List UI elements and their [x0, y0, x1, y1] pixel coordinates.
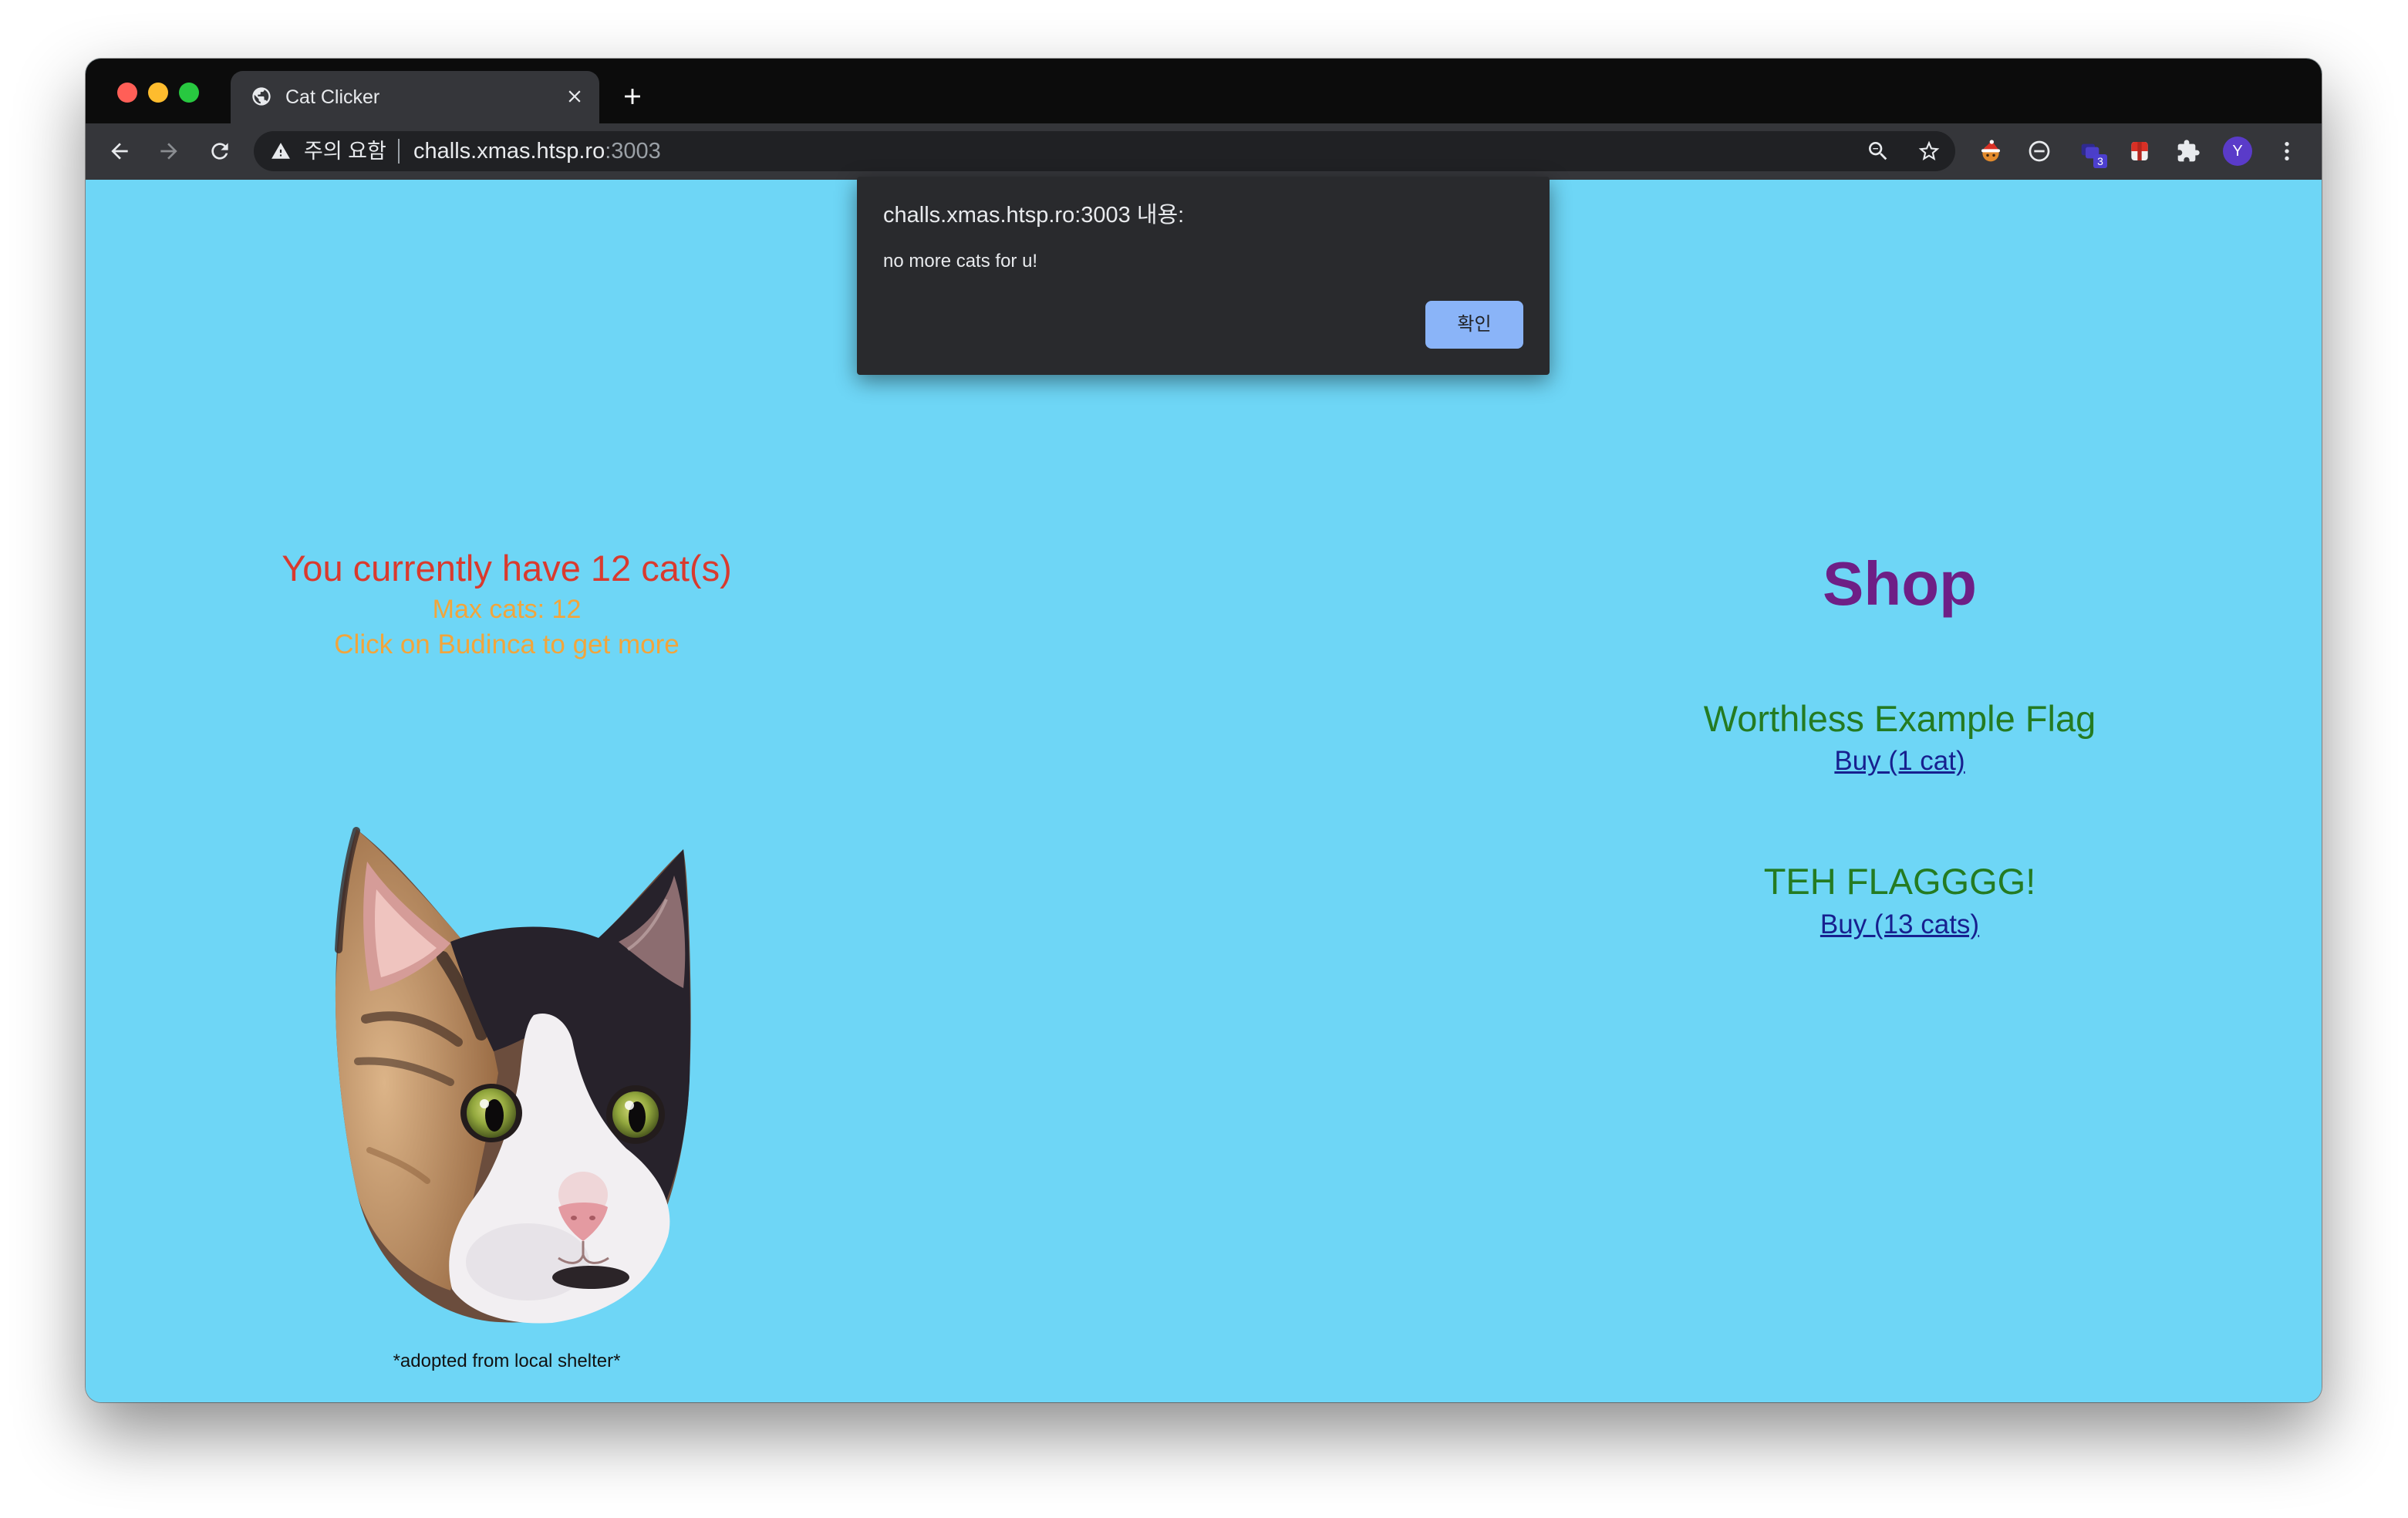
tab-active[interactable]: Cat Clicker	[231, 71, 599, 123]
extension-purple-button[interactable]: 3	[2079, 139, 2107, 168]
alert-title: challs.xmas.htsp.ro:3003 내용:	[883, 203, 1185, 228]
cat-budinca-image[interactable]	[335, 826, 691, 1324]
tab-strip: Cat Clicker	[86, 59, 2322, 123]
alert-ok-button[interactable]: 확인	[1425, 301, 1523, 349]
browser-toolbar: 주의 요함 challs.xmas.htsp.ro:3003 3 Y	[86, 123, 2322, 180]
profile-avatar[interactable]: Y	[2223, 137, 2252, 166]
warning-icon[interactable]	[271, 141, 291, 161]
security-status-label[interactable]: 주의 요함	[304, 131, 386, 171]
shop-item-buy: Buy (13 cats)	[1514, 909, 2285, 941]
cat-caption: *adopted from local shelter*	[393, 1351, 621, 1371]
cat-left-eye	[460, 1084, 522, 1142]
reload-icon[interactable]	[207, 139, 232, 164]
extension-red-icon[interactable]	[2127, 139, 2152, 164]
url-host: challs.xmas.htsp.ro	[413, 139, 605, 164]
window-fullscreen-button[interactable]	[179, 83, 199, 103]
click-hint-text: Click on Budinca to get more	[334, 629, 680, 659]
extension-ornament-icon[interactable]	[1978, 139, 2003, 164]
zoom-out-icon[interactable]	[1866, 139, 1890, 164]
url-port: :3003	[605, 139, 661, 164]
star-icon[interactable]	[1917, 139, 1941, 164]
shop-item-name: TEH FLAGGGG!	[1763, 861, 2036, 902]
globe-icon	[252, 87, 271, 106]
url-text[interactable]: challs.xmas.htsp.ro:3003	[413, 131, 661, 171]
buy-link[interactable]: Buy (13 cats)	[1820, 909, 1979, 939]
back-arrow-icon[interactable]	[107, 139, 132, 164]
alert-dialog: challs.xmas.htsp.ro:3003 내용: no more cat…	[857, 177, 1550, 375]
buy-link[interactable]: Buy (1 cat)	[1834, 746, 1965, 776]
tab-title: Cat Clicker	[285, 86, 380, 108]
puzzle-icon[interactable]	[2176, 139, 2201, 164]
forward-arrow-icon[interactable]	[157, 139, 181, 164]
kebab-menu-icon[interactable]	[2275, 139, 2299, 164]
window-minimize-button[interactable]	[148, 83, 168, 103]
shop-item-name: Worthless Example Flag	[1703, 698, 2096, 739]
cat-count-text: You currently have 12 cat(s)	[282, 548, 732, 589]
shop-title: Shop	[1823, 549, 1977, 618]
extension-block-icon[interactable]	[2027, 139, 2052, 164]
shop-item-buy: Buy (1 cat)	[1514, 745, 2285, 778]
address-bar[interactable]: 주의 요함 challs.xmas.htsp.ro:3003	[254, 131, 1955, 171]
new-tab-plus-icon[interactable]	[619, 83, 646, 110]
cat-right-eye	[606, 1085, 665, 1144]
alert-message: no more cats for u!	[883, 251, 1038, 272]
browser-window: Cat Clicker 주의 요함 challs.xmas.htsp.ro:30…	[86, 59, 2322, 1402]
extension-badge: 3	[2093, 154, 2107, 168]
close-icon[interactable]	[565, 86, 585, 106]
omnibox-separator	[398, 139, 400, 164]
window-close-button[interactable]	[117, 83, 137, 103]
max-cats-text: Max cats: 12	[432, 595, 582, 624]
cat-chin-mark	[552, 1266, 629, 1289]
